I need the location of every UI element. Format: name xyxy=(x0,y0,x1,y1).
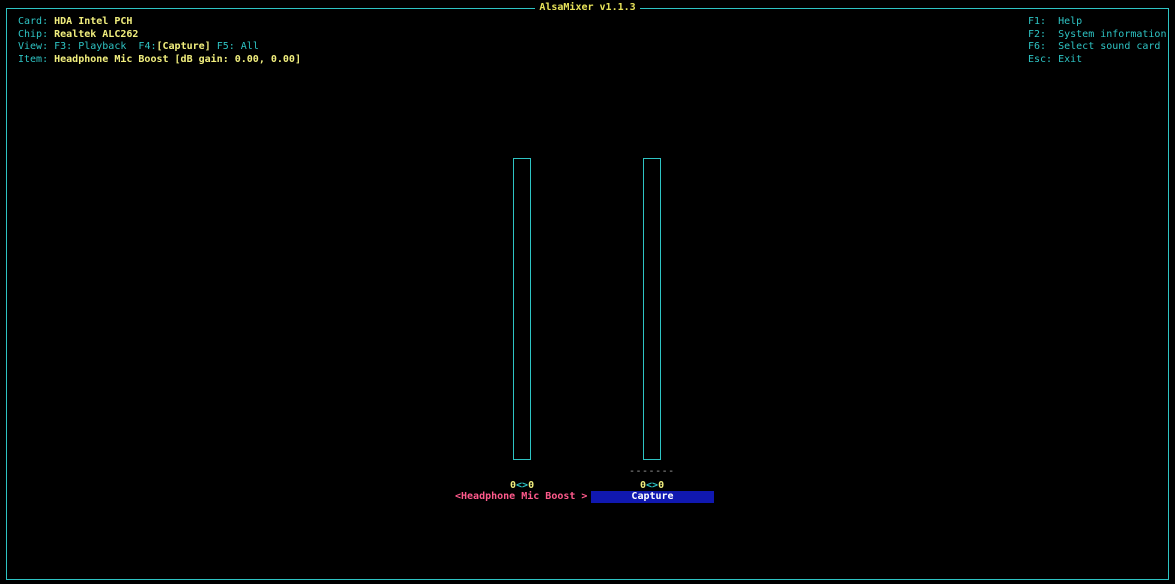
headphone-mic-boost-sep: <> xyxy=(516,480,529,491)
key-help-f1: F1: Help xyxy=(1028,16,1083,27)
capture-slider[interactable] xyxy=(643,158,661,460)
view-capture-key[interactable]: F4: xyxy=(138,41,156,52)
view-capture[interactable]: [Capture] xyxy=(156,41,210,52)
mixer-info: Card: HDA Intel PCH Chip: Realtek ALC262… xyxy=(18,16,301,66)
chip-value: Realtek ALC262 xyxy=(54,28,139,40)
window-title: AlsaMixer v1.1.3 xyxy=(0,2,1175,15)
view-all[interactable]: F5: All xyxy=(217,41,259,52)
chip-label: Chip: xyxy=(18,28,55,40)
item-value: Headphone Mic Boost [dB gain: 0.00, 0.00… xyxy=(54,53,301,65)
capture-sep: <> xyxy=(646,480,659,491)
headphone-mic-boost-label[interactable]: <Headphone Mic Boost > xyxy=(455,491,591,503)
key-help-esc: Esc: Exit xyxy=(1028,53,1083,65)
headphone-mic-boost-slider[interactable] xyxy=(513,158,531,460)
view-playback[interactable]: F3: Playback xyxy=(54,41,126,52)
card-label: Card: xyxy=(18,16,55,27)
key-help-f6: F6: Select sound card xyxy=(1028,41,1161,53)
item-label: Item: xyxy=(18,53,55,65)
capture-label[interactable]: Capture xyxy=(591,491,714,503)
capture-right-value: 0 xyxy=(658,480,665,491)
view-label: View: xyxy=(18,41,55,53)
key-help-f2: F2: System information xyxy=(1028,28,1167,40)
capture-switch-indicator: ------- xyxy=(629,466,675,477)
key-help: F1: Help F2: System information F6: Sele… xyxy=(1028,16,1166,66)
headphone-mic-boost-right-value: 0 xyxy=(528,480,535,491)
card-value: HDA Intel PCH xyxy=(54,16,133,27)
